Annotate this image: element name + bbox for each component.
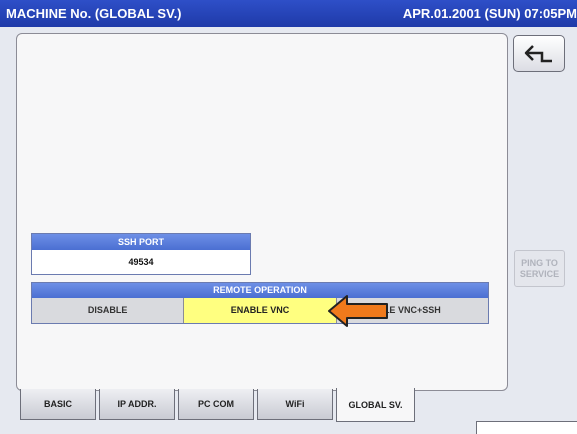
ssh-port-label: SSH PORT <box>32 234 250 250</box>
main-panel <box>16 33 508 391</box>
page-title: MACHINE No. (GLOBAL SV.) <box>6 6 182 21</box>
tab-global-sv[interactable]: GLOBAL SV. <box>336 388 415 422</box>
orange-arrow-icon <box>328 295 388 327</box>
remote-operation-group: REMOTE OPERATION DISABLE ENABLE VNC LE V… <box>31 282 489 324</box>
option-disable[interactable]: DISABLE <box>32 298 185 323</box>
title-bar: MACHINE No. (GLOBAL SV.) APR.01.2001 (SU… <box>0 0 577 27</box>
ssh-port-field[interactable]: SSH PORT 49534 <box>31 233 251 275</box>
ssh-port-value[interactable]: 49534 <box>32 250 250 274</box>
date-time: APR.01.2001 (SUN) 07:05PM <box>402 6 577 21</box>
back-button[interactable] <box>513 35 565 72</box>
status-area <box>476 421 577 434</box>
tab-wifi[interactable]: WiFi <box>257 389 333 420</box>
remote-operation-options: DISABLE ENABLE VNC LE VNC+SSH <box>32 298 488 323</box>
remote-operation-label: REMOTE OPERATION <box>32 283 488 298</box>
tab-basic[interactable]: BASIC <box>20 389 96 420</box>
option-enable-vnc[interactable]: ENABLE VNC <box>184 298 337 323</box>
tab-ip-addr[interactable]: IP ADDR. <box>99 389 175 420</box>
return-arrow-icon <box>524 45 552 63</box>
ping-to-service-label: PING TO SERVICE <box>519 257 560 279</box>
ping-to-service-button[interactable]: PING TO SERVICE <box>514 250 565 287</box>
tab-pc-com[interactable]: PC COM <box>178 389 254 420</box>
